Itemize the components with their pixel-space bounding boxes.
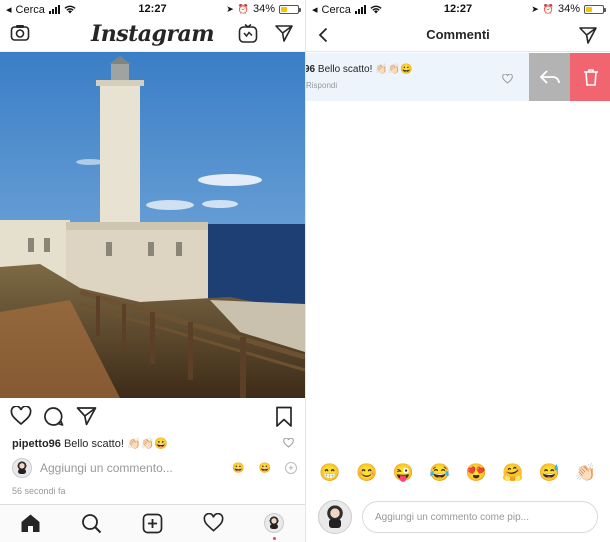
direct-send-icon[interactable] xyxy=(274,23,294,43)
instagram-logo: Instagram xyxy=(90,21,215,47)
swipe-reply-button[interactable] xyxy=(529,53,570,101)
page-title: Commenti xyxy=(426,27,490,42)
reply-link[interactable]: Rispondi xyxy=(306,81,337,90)
emoji-option[interactable]: 😁 xyxy=(318,463,342,483)
battery-percent: 34% xyxy=(557,3,580,15)
home-icon[interactable] xyxy=(20,513,41,533)
comment-input[interactable]: Aggiungi un commento come pip... xyxy=(362,501,598,533)
emoji-option[interactable]: 😂 xyxy=(428,463,452,483)
activity-heart-icon[interactable] xyxy=(203,513,224,533)
comment-input-row: Aggiungi un commento come pip... xyxy=(306,497,610,537)
comment-text: Bello scatto! 👏🏻👏🏻😀 xyxy=(317,64,413,75)
post-timestamp: 56 secondi fa xyxy=(12,486,66,496)
quick-emoji-2[interactable]: 😀 xyxy=(259,463,271,474)
status-bar: ◂ Cerca 12:27 ➤ ⏰ 34% xyxy=(0,0,305,18)
status-bar: ◂ Cerca 12:27 ➤ ⏰ 34% xyxy=(306,0,610,18)
battery-icon xyxy=(584,4,606,14)
emoji-option[interactable]: 🤗 xyxy=(501,463,525,483)
profile-avatar[interactable] xyxy=(264,513,284,533)
emoji-option[interactable]: 😊 xyxy=(355,463,379,483)
add-emoji-icon[interactable]: + xyxy=(285,462,297,474)
comment-icon[interactable] xyxy=(43,406,64,427)
emoji-option[interactable]: 😅 xyxy=(537,463,561,483)
comment-input[interactable]: Aggiungi un commento... xyxy=(40,461,218,475)
igtv-icon[interactable] xyxy=(238,23,258,44)
battery-percent: 34% xyxy=(252,3,275,15)
swipe-delete-button[interactable] xyxy=(570,53,610,101)
reply-arrow-icon xyxy=(539,70,560,84)
comment-content: 96 Bello scatto! 👏🏻👏🏻😀 xyxy=(306,64,413,75)
post-caption: pipetto96 Bello scatto! 👏🏻👏🏻😀 xyxy=(12,437,168,450)
emoji-option[interactable]: 😜 xyxy=(391,463,415,483)
bottom-tab-bar xyxy=(0,504,305,542)
profile-notification-dot xyxy=(273,537,276,540)
emoji-option[interactable]: 😍 xyxy=(464,463,488,483)
direct-send-icon[interactable] xyxy=(578,25,598,45)
share-icon[interactable] xyxy=(76,406,97,426)
comment-like-icon[interactable] xyxy=(283,438,294,448)
search-icon[interactable] xyxy=(81,513,102,534)
battery-icon xyxy=(279,4,301,14)
alarm-icon: ⏰ xyxy=(542,3,554,14)
emoji-quick-bar: 😁 😊 😜 😂 😍 🤗 😅 👏🏻 xyxy=(306,460,610,486)
feed-screen: ◂ Cerca 12:27 ➤ ⏰ 34% Instagram pipetto9… xyxy=(0,0,305,542)
comment-like-icon[interactable] xyxy=(502,74,513,84)
save-bookmark-icon[interactable] xyxy=(275,406,293,428)
add-post-icon[interactable] xyxy=(142,513,163,534)
feed-header: Instagram xyxy=(0,18,305,52)
comment-username[interactable]: 96 xyxy=(306,64,315,75)
trash-icon xyxy=(583,69,598,86)
location-icon: ➤ xyxy=(531,3,539,14)
alarm-icon: ⏰ xyxy=(237,3,249,14)
comments-screen: ◂ Cerca 12:27 ➤ ⏰ 34% Commenti 96 Bello … xyxy=(305,0,610,542)
location-icon: ➤ xyxy=(226,3,234,14)
caption-username[interactable]: pipetto96 xyxy=(12,438,61,450)
post-actions xyxy=(0,404,305,432)
avatar xyxy=(318,500,352,534)
post-photo[interactable] xyxy=(0,52,305,398)
quick-emoji-1[interactable]: 😀 xyxy=(232,463,244,474)
caption-text: Bello scatto! 👏🏻👏🏻😀 xyxy=(63,438,169,450)
emoji-option[interactable]: 👏🏻 xyxy=(574,463,598,483)
add-comment-row[interactable]: Aggiungi un commento... 😀 😀 + xyxy=(12,457,297,479)
like-heart-icon[interactable] xyxy=(10,406,32,426)
avatar xyxy=(12,458,32,478)
comments-header: Commenti xyxy=(306,18,610,52)
